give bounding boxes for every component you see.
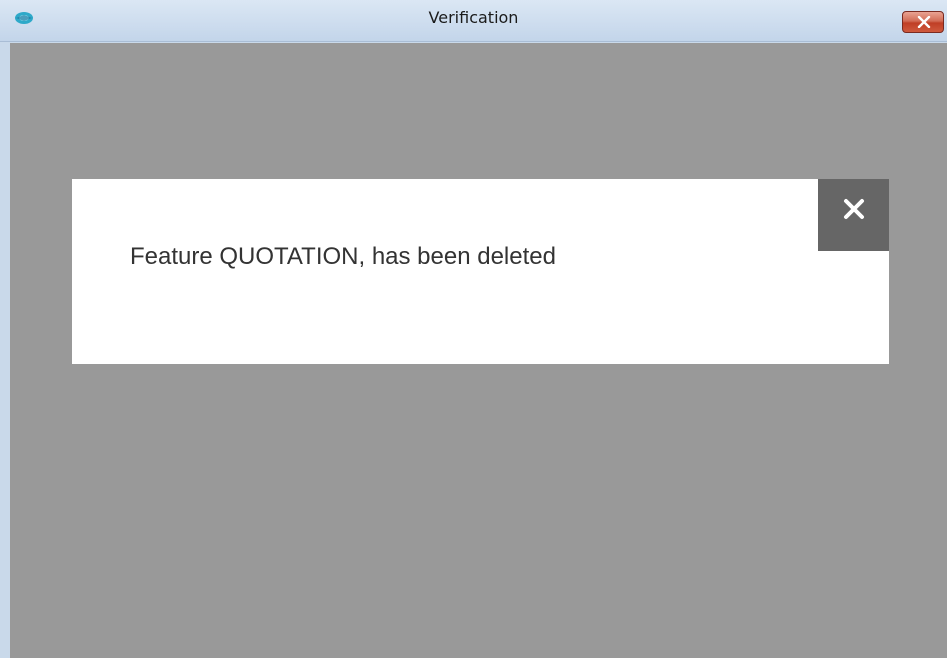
modal-overlay: Feature QUOTATION, has been deleted [10, 43, 947, 658]
app-window: Verification Feature QUOTATION, has been… [0, 0, 947, 658]
title-bar[interactable]: Verification [0, 0, 947, 42]
notification-dialog: Feature QUOTATION, has been deleted [72, 179, 889, 364]
close-icon [844, 199, 864, 219]
close-icon [917, 16, 931, 28]
window-close-button[interactable] [902, 11, 944, 33]
notification-message: Feature QUOTATION, has been deleted [130, 243, 556, 270]
dialog-close-button[interactable] [818, 179, 889, 251]
window-title: Verification [428, 8, 519, 27]
